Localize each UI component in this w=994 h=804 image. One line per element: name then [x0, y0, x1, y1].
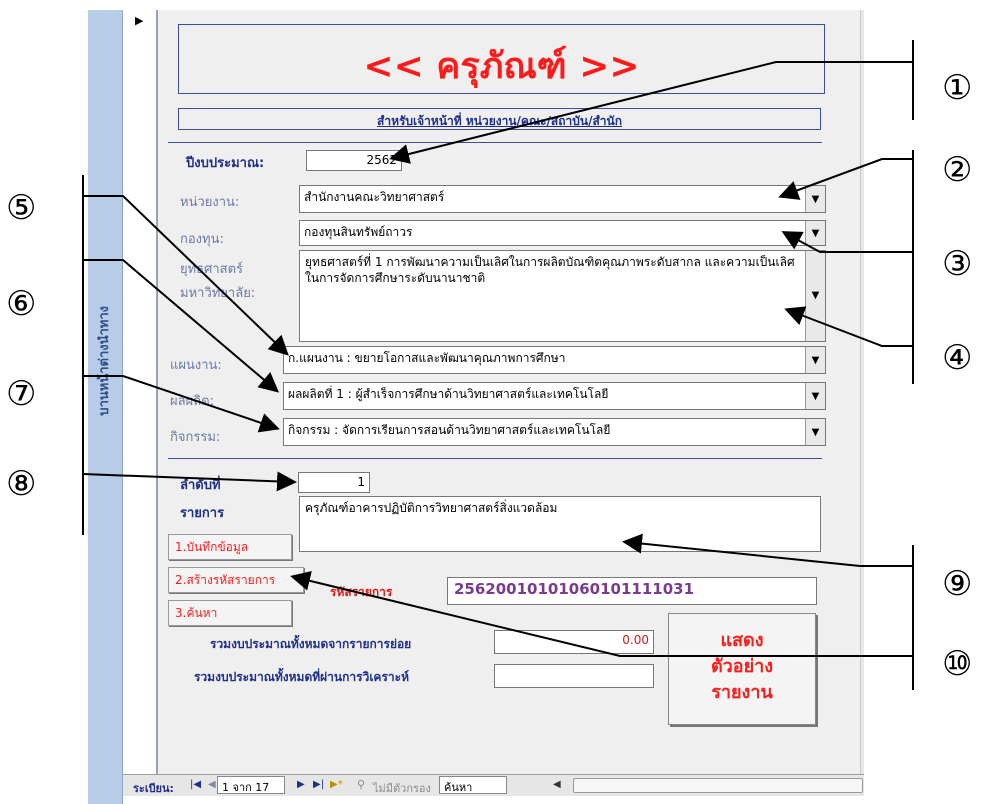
- annotation-lines: [82, 40, 914, 690]
- callout-2: ②: [942, 150, 973, 190]
- callout-10: ⑩: [942, 644, 973, 684]
- callout-6: ⑥: [6, 284, 37, 324]
- callout-5: ⑤: [6, 188, 37, 228]
- callout-8: ⑧: [6, 464, 37, 504]
- callout-3: ③: [942, 244, 973, 284]
- callout-4: ④: [942, 338, 973, 378]
- callout-7: ⑦: [6, 374, 37, 414]
- callout-1: ①: [942, 68, 973, 108]
- callout-9: ⑨: [942, 564, 973, 604]
